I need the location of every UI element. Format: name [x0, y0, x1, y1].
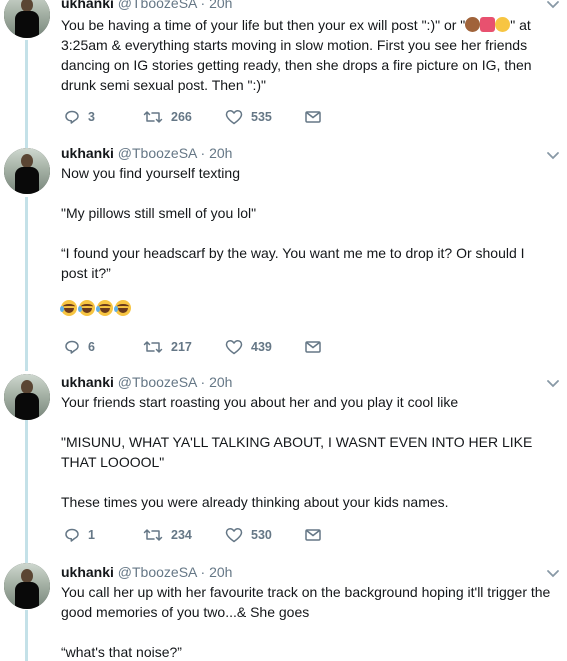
heart-icon — [225, 109, 243, 125]
tweet-text: You call her up with her favourite track… — [61, 584, 551, 660]
retweet-icon — [143, 529, 163, 541]
tweet-time[interactable]: 20h — [209, 564, 232, 580]
user-handle[interactable]: @TboozeSA — [118, 374, 197, 390]
reply-count: 3 — [88, 110, 95, 124]
joy-emoji-icon — [114, 300, 131, 317]
user-handle[interactable]: @TboozeSA — [118, 145, 197, 161]
retweet-icon — [143, 111, 163, 123]
direct-message-button[interactable] — [304, 337, 322, 357]
like-count: 439 — [251, 340, 272, 354]
reply-button[interactable]: 1 — [64, 525, 95, 545]
chevron-down-icon[interactable] — [545, 147, 561, 163]
direct-message-button[interactable] — [304, 525, 322, 545]
heart-eyes-icon — [495, 17, 511, 32]
display-name[interactable]: ukhanki — [61, 374, 114, 390]
chevron-down-icon[interactable] — [545, 565, 561, 581]
tweet[interactable]: ukhanki @TboozeSA · 20h Your friends sta… — [0, 366, 567, 554]
reply-count: 6 — [88, 340, 95, 354]
chevron-down-icon[interactable] — [545, 375, 561, 391]
joy-emoji-icon — [96, 300, 113, 317]
tweet-header: ukhanki @TboozeSA · 20h — [61, 145, 233, 161]
joy-emoji-icon — [78, 300, 95, 317]
avatar[interactable] — [4, 563, 50, 609]
tweet[interactable]: ukhanki @TboozeSA · 20h Now you find you… — [0, 140, 567, 365]
like-count: 535 — [251, 110, 272, 124]
tweet[interactable]: ukhanki @TboozeSA · 20h You call her up … — [0, 556, 567, 661]
emoji-row — [60, 297, 561, 317]
like-count: 530 — [251, 528, 272, 542]
avatar[interactable] — [4, 148, 50, 194]
envelope-icon — [305, 111, 321, 123]
reply-icon — [65, 340, 79, 354]
see-no-evil-monkey-icon — [465, 17, 481, 32]
reply-button[interactable]: 6 — [64, 337, 95, 357]
direct-message-button[interactable] — [304, 107, 322, 127]
envelope-icon — [305, 529, 321, 541]
like-button[interactable]: 439 — [225, 337, 272, 357]
chevron-down-icon[interactable] — [545, 0, 561, 12]
tweet-header: ukhanki @TboozeSA · 20h — [61, 564, 233, 580]
avatar[interactable] — [4, 374, 50, 420]
retweet-button[interactable]: 234 — [143, 525, 192, 545]
tweet-time[interactable]: 20h — [209, 0, 232, 11]
tweet-time[interactable]: 20h — [209, 145, 232, 161]
tweet-text: Your friends start roasting you about he… — [61, 394, 533, 510]
display-name[interactable]: ukhanki — [61, 564, 114, 580]
retweet-count: 234 — [171, 528, 192, 542]
display-name[interactable]: ukhanki — [61, 145, 114, 161]
like-button[interactable]: 530 — [225, 525, 272, 545]
reply-icon — [65, 528, 79, 542]
retweet-count: 217 — [171, 340, 192, 354]
two-hearts-icon — [480, 17, 496, 32]
retweet-button[interactable]: 217 — [143, 337, 192, 357]
reply-count: 1 — [88, 528, 95, 542]
heart-icon — [225, 339, 243, 355]
envelope-icon — [305, 341, 321, 353]
user-handle[interactable]: @TboozeSA — [118, 0, 197, 11]
tweet[interactable]: ukhanki @TboozeSA · 20h You be having a … — [0, 0, 567, 140]
heart-icon — [225, 527, 243, 543]
tweet-header: ukhanki @TboozeSA · 20h — [61, 0, 232, 12]
tweet-text: Now you find yourself texting "My pillow… — [60, 163, 561, 317]
reply-button[interactable]: 3 — [64, 107, 95, 127]
user-handle[interactable]: @TboozeSA — [118, 564, 197, 580]
joy-emoji-icon — [60, 300, 77, 317]
retweet-icon — [143, 341, 163, 353]
tweet-header: ukhanki @TboozeSA · 20h — [61, 374, 233, 390]
like-button[interactable]: 535 — [225, 107, 272, 127]
retweet-button[interactable]: 266 — [143, 107, 192, 127]
retweet-count: 266 — [171, 110, 192, 124]
avatar[interactable] — [4, 0, 50, 38]
display-name[interactable]: ukhanki — [61, 0, 114, 11]
tweet-text: You be having a time of your life but th… — [61, 17, 532, 93]
tweet-time[interactable]: 20h — [209, 374, 232, 390]
reply-icon — [65, 110, 79, 124]
